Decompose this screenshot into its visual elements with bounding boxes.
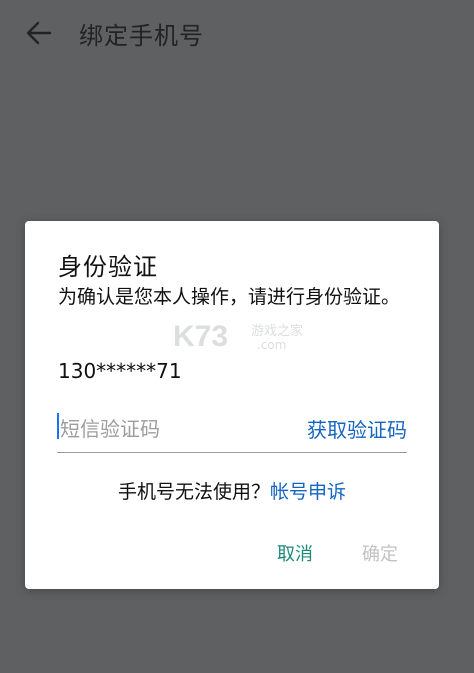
- sms-code-input[interactable]: [57, 416, 257, 441]
- svg-text:.com: .com: [257, 338, 286, 352]
- text-cursor: [57, 413, 59, 439]
- app-bar: 绑定手机号: [0, 0, 474, 66]
- svg-text:游戏之家: 游戏之家: [251, 323, 303, 339]
- page-title: 绑定手机号: [79, 21, 204, 50]
- sms-code-row: 获取验证码: [57, 405, 407, 453]
- phone-unavailable-text: 手机号无法使用？: [117, 481, 270, 503]
- dialog-description: 为确认是您本人操作，请进行身份验证。: [58, 286, 401, 308]
- k73-watermark-logo: K73 游戏之家 .com: [173, 320, 303, 353]
- masked-phone-number: 130******71: [58, 359, 182, 383]
- cancel-button[interactable]: 取消: [277, 540, 313, 566]
- account-appeal-link[interactable]: 帐号申诉: [270, 481, 346, 503]
- svg-text:K73: K73: [173, 320, 228, 353]
- help-row: 手机号无法使用？帐号申诉: [25, 477, 439, 504]
- confirm-button[interactable]: 确定: [362, 540, 398, 566]
- get-code-button[interactable]: 获取验证码: [307, 414, 407, 443]
- back-button[interactable]: [13, 7, 65, 59]
- dialog-title: 身份验证: [58, 253, 158, 281]
- arrow-left-icon: [26, 21, 52, 45]
- identity-verification-dialog: 身份验证 为确认是您本人操作，请进行身份验证。 K73 游戏之家 .com 13…: [25, 221, 439, 589]
